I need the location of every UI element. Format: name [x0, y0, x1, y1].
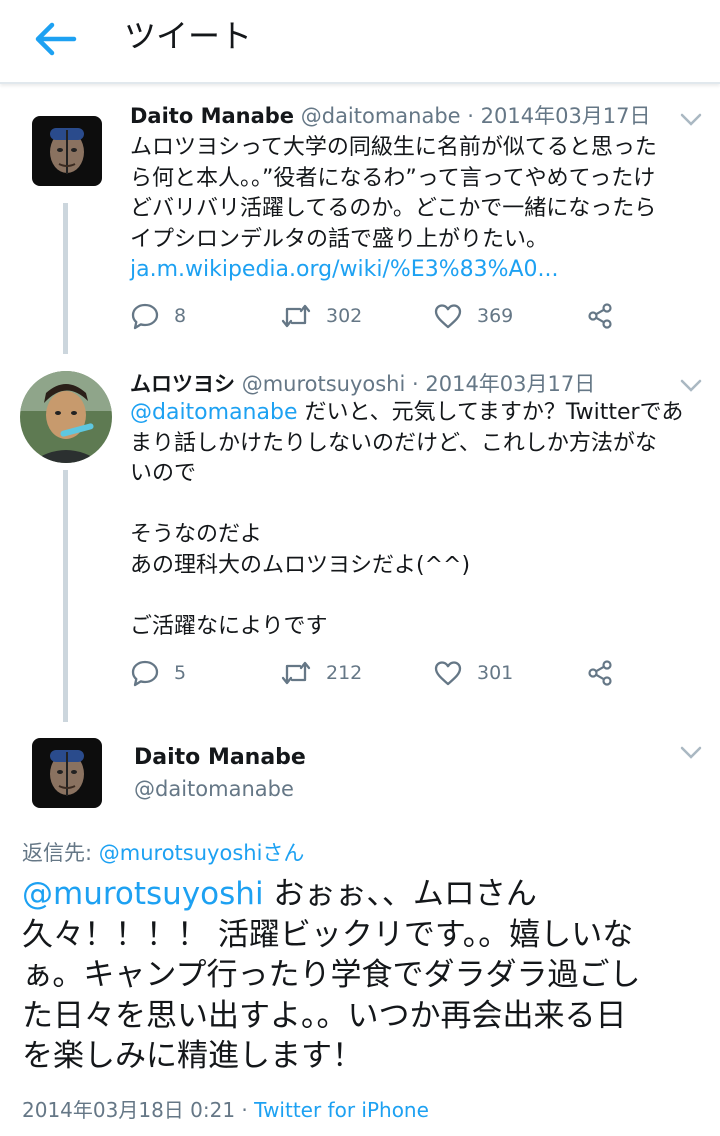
tweet-actions: 5 212 301	[130, 655, 630, 691]
retweet-icon	[281, 304, 311, 328]
author-name[interactable]: ムロツヨシ	[130, 372, 235, 396]
tweet-line: イプシロンデルタの話で盛り上がりたい。	[130, 226, 549, 252]
tweet-link[interactable]: ja.m.wikipedia.org/wiki/%E3%83%A0...	[130, 257, 559, 282]
tweet-line: ら何と本人。。”役者になるわ”って言ってやめてったけ	[130, 165, 656, 191]
retweet-count: 302	[326, 305, 363, 327]
avatar[interactable]	[20, 371, 112, 463]
reply-to-line: 返信先: @murotsuyoshiさん	[22, 838, 304, 868]
chevron-down-icon[interactable]	[680, 378, 702, 392]
client-link[interactable]: Twitter for iPhone	[254, 1098, 429, 1122]
like-icon	[434, 661, 462, 686]
author-handle[interactable]: @daitomanabe	[301, 104, 461, 128]
share-icon	[588, 303, 612, 329]
tweet-line: そうなのだよ	[130, 522, 263, 547]
tweet-body: ムロツヨシって大学の同級生に名前が似てると思った ら何と本人。。”役者になるわ”…	[130, 133, 657, 286]
tweet-line: ご活躍なによりです	[130, 613, 328, 639]
tweet-line: 久々！！！！ 活躍ビックリです。。嬉しいな	[22, 916, 634, 953]
separator: ·	[235, 1098, 255, 1122]
thread-line	[63, 470, 68, 722]
avatar[interactable]	[32, 738, 102, 808]
back-arrow-icon[interactable]	[30, 14, 80, 64]
tweet-date[interactable]: 2014年03月17日	[425, 372, 595, 396]
tweet-line: ムロツヨシって大学の同級生に名前が似てると思った	[130, 135, 657, 160]
tweet-line: だいと、元気してますか？Twitterであ	[297, 400, 684, 425]
page-title: ツイート	[124, 17, 253, 55]
author-name[interactable]: Daito Manabe	[134, 742, 306, 774]
reply-to-label: 返信先:	[22, 841, 99, 865]
share-icon	[588, 660, 612, 686]
separator: ·	[460, 104, 481, 128]
tweet-timestamp: 2014年03月18日 0:21	[22, 1098, 236, 1122]
author-name[interactable]: Daito Manabe	[130, 104, 294, 128]
tweet-body: @daitomanabe だいと、元気してますか？Twitterであ まり話しか…	[130, 398, 683, 642]
main-tweet-body: @murotsuyoshi おぉぉ、、ムロさん 久々！！！！ 活躍ビックリです。…	[22, 874, 640, 1077]
reply-icon	[131, 660, 159, 687]
tweet-actions: 8 302 369	[130, 298, 630, 334]
tweet-line: おぉぉ、、ムロさん	[263, 876, 537, 912]
reply-to-user[interactable]: @murotsuyoshiさん	[99, 841, 305, 865]
like-count: 369	[477, 305, 514, 327]
reply-button[interactable]: 5	[130, 655, 186, 691]
tweet-line: いので	[130, 461, 197, 486]
retweet-button[interactable]: 302	[280, 298, 362, 334]
thread-line	[63, 203, 68, 354]
author-handle[interactable]: @murotsuyoshi	[242, 372, 406, 396]
chevron-down-icon[interactable]	[680, 745, 702, 759]
tweet-date[interactable]: 2014年03月17日	[481, 104, 651, 128]
reply-icon	[131, 303, 159, 330]
tweet-line: を楽しみに精進します！	[22, 1038, 363, 1074]
tweet-line: あの理科大のムロツヨシだよ(^^)	[130, 552, 471, 578]
avatar[interactable]	[32, 116, 102, 186]
tweet-header: ムロツヨシ @murotsuyoshi · 2014年03月17日	[130, 369, 595, 399]
separator: ·	[405, 372, 426, 396]
reply-button[interactable]: 8	[130, 298, 186, 334]
mention-link[interactable]: @murotsuyoshi	[22, 876, 264, 912]
retweet-button[interactable]: 212	[280, 655, 362, 691]
like-button[interactable]: 301	[433, 655, 513, 691]
app-header: ツイート	[0, 0, 720, 84]
tweet-header: Daito Manabe @daitomanabe · 2014年03月17日	[130, 101, 651, 131]
retweet-icon	[281, 661, 311, 685]
retweet-count: 212	[326, 662, 363, 684]
tweet-line: ぁ。キャンプ行ったり学食でダラダラ過ごし	[22, 957, 641, 993]
reply-count: 8	[174, 305, 187, 327]
tweet-meta: 2014年03月18日 0:21 · Twitter for iPhone	[22, 1095, 429, 1125]
tweet-line: た日々を思い出すよ。。いつか再会出来る日	[22, 997, 627, 1034]
like-icon	[434, 304, 462, 329]
author-handle[interactable]: @daitomanabe	[134, 774, 294, 804]
chevron-down-icon[interactable]	[680, 112, 702, 126]
share-button[interactable]	[585, 298, 615, 334]
tweet-line: どバリバリ活躍してるのか。どこかで一緒になったら	[130, 196, 657, 221]
mention-link[interactable]: @daitomanabe	[130, 400, 297, 425]
like-count: 301	[477, 662, 514, 684]
reply-count: 5	[174, 662, 187, 684]
like-button[interactable]: 369	[433, 298, 513, 334]
tweet-line: まり話しかけたりしないのだけど、これしか方法がな	[130, 430, 657, 456]
share-button[interactable]	[585, 655, 615, 691]
